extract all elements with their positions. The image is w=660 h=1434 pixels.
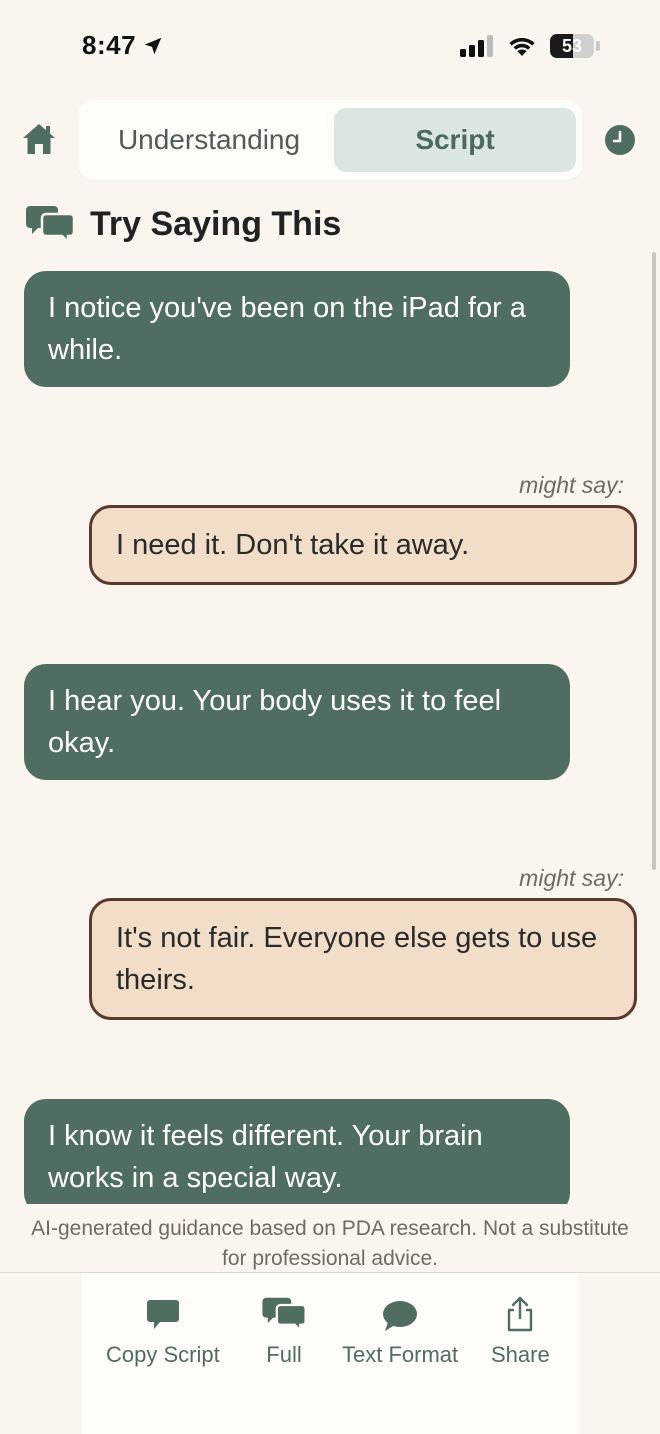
message-text: I need it. Don't take it away. [116,529,470,561]
toolbar-divider [0,1272,660,1273]
status-bar: 8:47 53 [0,0,660,96]
home-icon [23,124,55,154]
home-button[interactable] [18,118,60,160]
section-header: Try Saying This [26,204,341,244]
top-nav: Understanding Script [0,96,660,184]
wifi-icon [509,37,535,56]
message-text: I know it feels different. Your brain wo… [48,1120,483,1194]
parent-message-bubble: I know it feels different. Your brain wo… [24,1099,570,1204]
copy-script-label: Copy Script [106,1342,220,1367]
full-view-button[interactable]: Full [262,1292,306,1368]
chat-oval-icon [383,1301,418,1331]
message-text: I hear you. Your body uses it to feel ok… [48,685,502,759]
child-response-bubble: I need it. Don't take it away. [89,505,637,585]
battery-cap [596,41,600,51]
conversation-list: I notice you've been on the iPad for a w… [0,260,660,1204]
conversation-bubbles-icon [26,206,74,244]
bottom-toolbar: Copy Script Full Text Format Share [82,1274,578,1434]
conversation-bubbles-icon [262,1297,306,1332]
status-indicators: 53 [460,34,600,58]
clock-text: 8:47 [82,30,137,60]
battery-indicator: 53 [550,34,594,58]
section-title: Try Saying This [90,204,342,243]
share-label: Share [491,1342,550,1367]
location-arrow-icon [144,37,162,54]
tab-script[interactable]: Script [334,108,576,172]
message-text: It's not fair. Everyone else gets to use… [116,922,598,996]
battery-percent: 53 [561,35,583,56]
full-label: Full [266,1342,302,1367]
disclaimer-text: AI-generated guidance based on PDA resea… [31,1217,629,1270]
status-time: 8:47 [82,30,164,61]
history-clock-icon[interactable] [604,124,636,156]
parent-message-bubble: I notice you've been on the iPad for a w… [24,271,570,387]
share-button[interactable]: Share [491,1292,550,1368]
text-format-button[interactable]: Text Format [342,1292,458,1368]
parent-message-bubble: I hear you. Your body uses it to feel ok… [24,664,570,780]
copy-script-button[interactable]: Copy Script [106,1292,220,1368]
speech-bubble-icon [146,1300,179,1329]
view-switcher: Understanding Script [78,100,582,180]
might-say-label: might say: [519,865,624,891]
cellular-signal-icon [460,35,493,57]
share-icon [508,1296,533,1332]
tab-understanding[interactable]: Understanding [86,108,332,172]
text-format-label: Text Format [342,1342,459,1367]
might-say-label: might say: [519,472,624,498]
child-response-bubble: It's not fair. Everyone else gets to use… [89,898,637,1020]
message-text: I notice you've been on the iPad for a w… [48,292,526,366]
